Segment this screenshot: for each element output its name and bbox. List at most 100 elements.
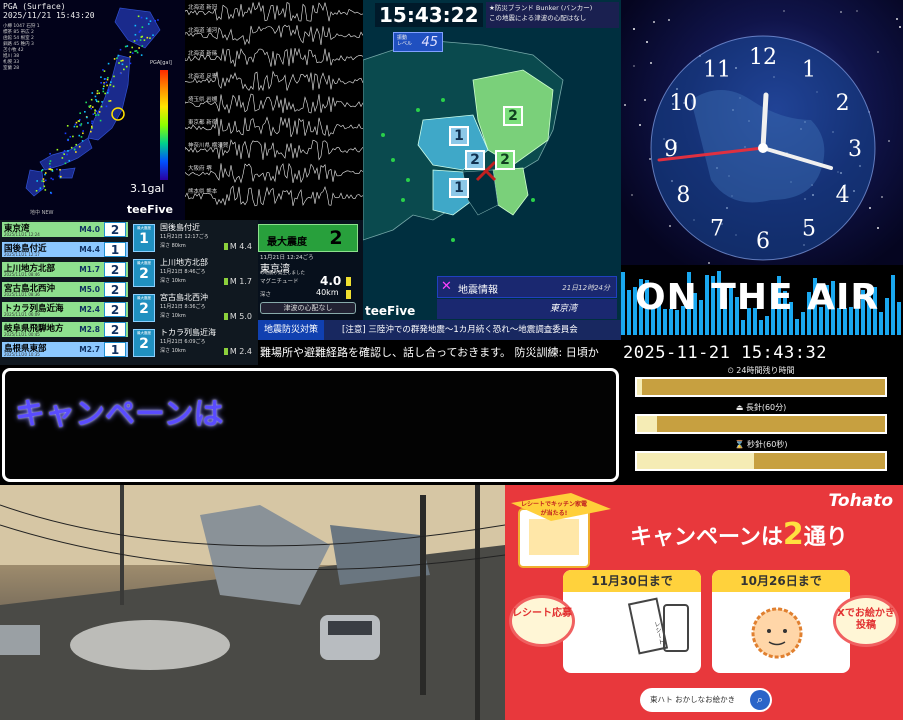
ticker-tag: 地震防災対策 [258,320,325,340]
epicenter-x-icon: ✕ [441,279,452,294]
ad-headline-b: 2 [782,517,804,552]
detail-depth: 深さ 10km [160,278,186,284]
seismo-station-label: 北海道 浦河 [188,28,218,34]
detail-intensity-value: 2 [139,301,149,317]
detail-name: 国後島付近 [160,223,200,232]
epicenter-map-panel: 15:43:22 ★防災ブランド Bunker (バンカー) この地震による津波… [363,0,621,320]
time-progress-track [635,377,887,397]
detail-intensity-box: 最大震度 2 [133,329,155,357]
detail-name: 上川地方北部 [160,258,208,267]
tohato-logo: Tohato [828,491,893,511]
magnitude-value: 4.0 [320,274,342,288]
time-progress-label: ⌛ 秒針(60秒) [734,440,788,449]
ad-headline-a: キャンペーンは [630,525,783,550]
seismo-station-label: 大阪府 堺 [188,166,212,172]
pga-logo-sub: 地中 NEW [30,210,54,216]
max-intensity-value: 2 [329,227,343,249]
quake-intensity: 1 [104,342,126,357]
quake-history-list: 東京湾 2025/11/21 12:24 M4.0 2 国後島付近 2025/11/21 … [0,220,130,365]
datetime-display: 2025-11-21 15:43:32 [623,343,827,363]
quake-intensity: 2 [104,262,126,277]
sponsor-line-1: ★防災ブランド Bunker (バンカー) [489,4,593,12]
ad-tag-small: レシートでキッチン家電が当たる! [520,501,587,517]
time-progress-label: ⏏ 長針(60分) [735,403,787,412]
quake-detail-entry: 最大震度 2 トカラ列島近海 11月21日 6:09ごろ 深さ 10km M 2.4 [133,327,258,360]
quake-intensity: 2 [104,302,126,317]
quake-intensity: 2 [104,222,126,237]
quake-list-row: 国後島付近 2025/11/21 12:17 M4.4 1 [2,242,128,257]
ad-card-receipt: 11月30日まで レシート [563,570,701,673]
audio-level-bar [627,290,631,335]
quake-magnitude: M2.8 [79,325,100,334]
audio-level-bar [879,311,883,335]
quake-list-row: トカラ列島近海 2025/11/21 06:09 M2.4 2 [2,302,128,317]
ad-search-text: 東ハト おかしなお絵かき [650,695,736,704]
detail-depth: 深さ 10km [160,313,186,319]
detail-intensity-box: 最大震度 2 [133,259,155,287]
tsunami-status: 津波の心配なし [260,302,356,314]
ad-card-drawing-date: 10月26日まで [712,570,850,592]
quake-date: 2025/11/21 08:36 [4,292,40,297]
quake-detail-entry: 最大震度 2 上川地方北部 11月21日 8:46ごろ 深さ 10km M 1.7 [133,257,258,290]
clock-numeral: 4 [836,183,850,208]
on-air-panel: ON THE AIR [621,265,903,335]
audio-level-bar [897,301,901,335]
detail-time: 11月21日 8:46ごろ [160,269,206,275]
campaign-text-frame: キャンペーンは [2,368,619,482]
campaign-text-box: キャンペーンは [0,365,621,485]
time-progress-track [635,451,887,471]
intensity-marker: 2 [465,150,485,170]
quake-info-banner: ✕ 地震情報 21日12時24分 [437,276,617,298]
ad-headline-c: 通り [803,525,848,550]
clock-numeral: 3 [848,137,862,162]
shake-level-label: 振動 レベル [397,35,412,47]
ticker-message: [注意] 三陸沖での群発地震〜1カ月続く恐れ〜地震調査委員会 [342,325,578,335]
audio-level-bar [885,298,889,335]
audio-level-bar [795,319,799,335]
time-progress-track [635,414,887,434]
depth-value: 40km [316,288,339,297]
quake-magnitude: M4.4 [79,245,100,254]
seismo-station-label: 北海道 新冠 [188,5,218,11]
max-intensity-header: 最大震度 2 [258,224,358,252]
detail-time: 11月21日 12:17ごろ [160,234,209,240]
detail-depth: 深さ 80km [160,243,186,249]
audio-level-bar [741,319,745,335]
detail-intensity-value: 2 [139,336,149,352]
tohato-campaign-ad: レシートでキッチン家電が当たる! Tohato キャンペーンは2通り 11月30… [505,485,903,720]
ad-card-drawing: 10月26日まで [712,570,850,673]
search-icon: ⌕ [750,690,770,710]
digital-clock: 15:43:22 [375,3,483,27]
detail-intensity-box: 最大震度 2 [133,294,155,322]
shake-level-value: 45 [421,35,438,50]
shake-level-label-2: レベル [397,41,413,47]
phone-illustration [663,604,689,652]
quake-detail-entry: 最大震度 2 宮古島北西沖 11月21日 8:36ごろ 深さ 10km M 5.0 [133,292,258,325]
pga-gal-value: 3.1gal [130,182,165,195]
pga-map-panel: PGA (Surface) 2025/11/21 15:43:20 小樽 104… [0,0,185,220]
depth-label: 深さ [260,292,272,298]
time-progress-fill [637,453,754,469]
ad-badge-drawing: Xでお絵かき投稿 [833,595,899,647]
quake-list-row: 東京湾 2025/11/21 12:24 M4.0 2 [2,222,128,237]
quake-date: 2025/11/21 08:46 [4,272,40,277]
depth-swatch [346,290,351,299]
time-progress: ⏲ 24時間残り時間 [635,365,887,397]
clock-numeral: 1 [802,57,816,82]
scroll-ticker: 難場所や避難経路を確認し、話し合っておきます。 防災訓練: 日頃か [258,340,621,365]
detail-magnitude: M 1.7 [224,277,252,286]
clock-numeral: 6 [756,229,770,254]
quake-magnitude: M5.0 [79,285,100,294]
detail-name: 宮古島北西沖 [160,293,208,302]
seismograph-panel: 北海道 新冠 北海道 浦河 北海道 新篠 北海道 足寄 埼玉県 岩槻 東京都 新宿 神奈川県… [185,0,363,220]
shake-level-box: 振動 レベル 45 [393,32,443,52]
datetime-panel: 2025-11-21 15:43:32 ⏲ 24時間残り時間 ⏏ 長針(60分) ⌛… [621,335,903,485]
seismo-station-label: 北海道 新篠 [188,51,218,57]
seismo-station-label: 東京都 新宿 [188,120,218,126]
quake-magnitude: M1.7 [79,265,100,274]
pga-scale-title: PGA[gal] [150,60,172,66]
detail-magnitude: M 5.0 [224,312,252,321]
audio-level-bar [759,319,763,335]
max-intensity-box: 最大震度 2 11月21日 12:24ごろ 東京湾 の地震が発生しました マグニ… [258,220,363,320]
quake-date: 2025/11/21 12:24 [4,232,40,237]
